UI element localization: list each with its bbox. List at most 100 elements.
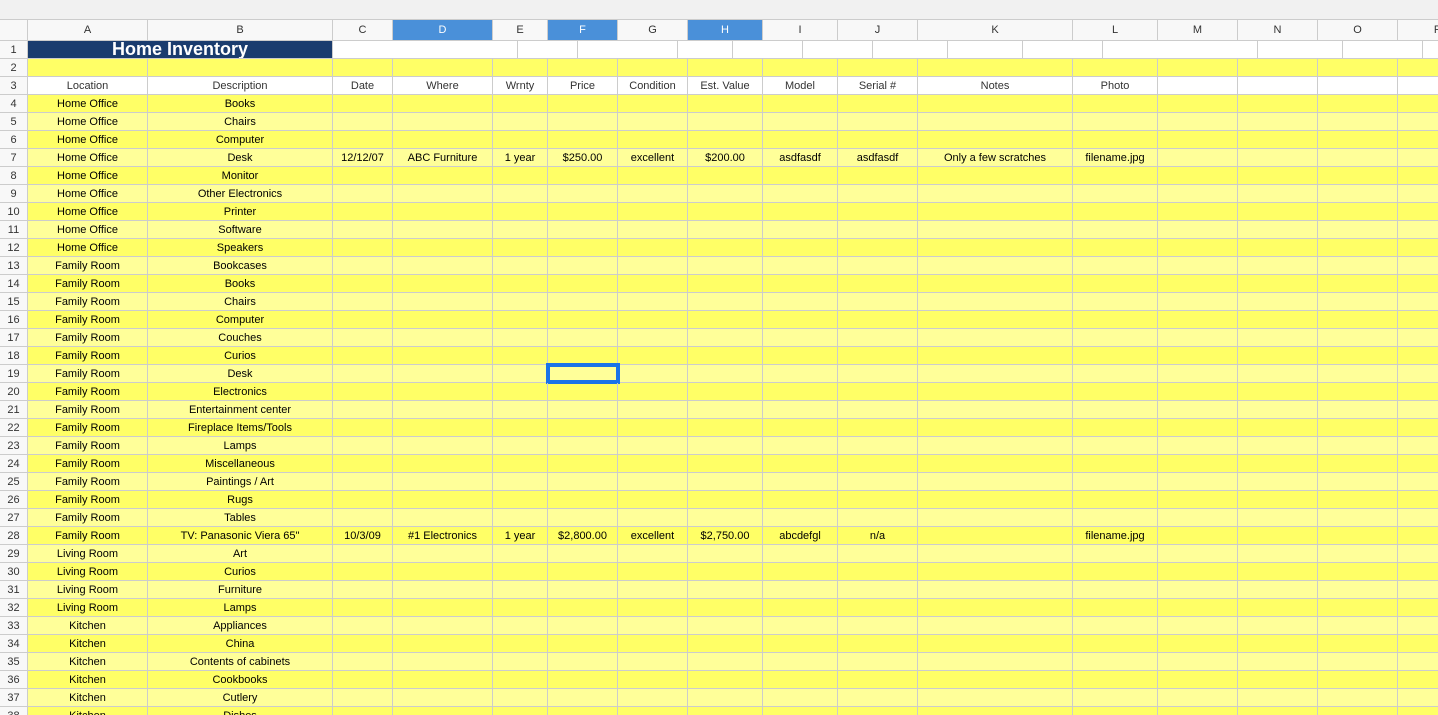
cell[interactable] [1318, 707, 1398, 715]
cell[interactable] [678, 41, 733, 58]
cell[interactable] [548, 599, 618, 616]
cell[interactable] [1238, 383, 1318, 400]
cell[interactable] [838, 617, 918, 634]
cell[interactable] [1073, 635, 1158, 652]
cell[interactable] [918, 473, 1073, 490]
cell[interactable] [548, 311, 618, 328]
cell[interactable] [1398, 347, 1438, 364]
cell[interactable] [1318, 131, 1398, 148]
cell[interactable] [1318, 149, 1398, 166]
cell[interactable] [1158, 527, 1238, 544]
cell[interactable] [918, 329, 1073, 346]
cell[interactable]: Kitchen [28, 617, 148, 634]
table-row[interactable]: 15Family RoomChairs [0, 293, 1438, 311]
cell[interactable] [1158, 275, 1238, 292]
cell[interactable] [333, 41, 518, 58]
cell[interactable] [548, 113, 618, 130]
cell[interactable] [618, 239, 688, 256]
cell[interactable]: Paintings / Art [148, 473, 333, 490]
cell[interactable] [548, 365, 618, 382]
cell[interactable] [688, 113, 763, 130]
cell[interactable] [548, 401, 618, 418]
cell[interactable] [1073, 401, 1158, 418]
cell[interactable] [1398, 239, 1438, 256]
cell[interactable] [618, 383, 688, 400]
cell[interactable] [493, 329, 548, 346]
cell[interactable] [918, 455, 1073, 472]
table-row[interactable]: 23Family RoomLamps [0, 437, 1438, 455]
cell[interactable] [1318, 185, 1398, 202]
cell[interactable]: Living Room [28, 545, 148, 562]
cell[interactable]: ABC Furniture [393, 149, 493, 166]
cell[interactable] [393, 401, 493, 418]
col-header-n[interactable]: N [1238, 20, 1318, 40]
cell[interactable] [1318, 437, 1398, 454]
cell[interactable] [1158, 653, 1238, 670]
cell[interactable] [838, 707, 918, 715]
cell[interactable] [1073, 239, 1158, 256]
cell[interactable] [1158, 239, 1238, 256]
cell[interactable] [1158, 545, 1238, 562]
table-row[interactable]: 11Home OfficeSoftware [0, 221, 1438, 239]
cell[interactable] [688, 689, 763, 706]
cell[interactable] [333, 311, 393, 328]
col-header-f[interactable]: F [548, 20, 618, 40]
col-header-b[interactable]: B [148, 20, 333, 40]
cell[interactable]: Serial # [838, 77, 918, 94]
table-row[interactable]: 30Living RoomCurios [0, 563, 1438, 581]
cell[interactable] [1318, 365, 1398, 382]
cell[interactable] [918, 311, 1073, 328]
cell[interactable] [918, 365, 1073, 382]
col-header-o[interactable]: O [1318, 20, 1398, 40]
cell[interactable] [1398, 59, 1438, 76]
cell[interactable]: Family Room [28, 437, 148, 454]
cell[interactable]: Fireplace Items/Tools [148, 419, 333, 436]
cell[interactable] [688, 293, 763, 310]
cell[interactable] [393, 239, 493, 256]
cell[interactable] [618, 689, 688, 706]
cell[interactable] [688, 509, 763, 526]
cell[interactable] [688, 455, 763, 472]
cell[interactable] [548, 257, 618, 274]
cell[interactable] [918, 563, 1073, 580]
cell[interactable]: Family Room [28, 473, 148, 490]
cell[interactable] [493, 257, 548, 274]
cell[interactable] [918, 239, 1073, 256]
cell[interactable] [548, 383, 618, 400]
cell[interactable] [1318, 653, 1398, 670]
cell[interactable] [1238, 77, 1318, 94]
cell[interactable]: Family Room [28, 311, 148, 328]
cell[interactable] [918, 185, 1073, 202]
cell[interactable] [333, 203, 393, 220]
cell[interactable] [548, 185, 618, 202]
table-row[interactable]: 35KitchenContents of cabinets [0, 653, 1438, 671]
cell[interactable] [618, 311, 688, 328]
cell[interactable] [333, 329, 393, 346]
cell[interactable]: Cutlery [148, 689, 333, 706]
cell[interactable] [918, 275, 1073, 292]
cell[interactable] [918, 59, 1073, 76]
cell[interactable] [1318, 401, 1398, 418]
cell[interactable] [1398, 707, 1438, 715]
cell[interactable] [393, 491, 493, 508]
cell[interactable] [393, 419, 493, 436]
cell[interactable] [548, 635, 618, 652]
cell[interactable]: Family Room [28, 275, 148, 292]
table-row[interactable]: 2 [0, 59, 1438, 77]
cell[interactable] [548, 347, 618, 364]
cell[interactable]: Kitchen [28, 635, 148, 652]
cell[interactable] [493, 131, 548, 148]
cell[interactable] [838, 473, 918, 490]
cell[interactable] [618, 347, 688, 364]
cell[interactable] [493, 383, 548, 400]
cell[interactable] [1158, 113, 1238, 130]
cell[interactable] [688, 671, 763, 688]
cell[interactable] [1318, 545, 1398, 562]
cell[interactable] [688, 473, 763, 490]
cell[interactable] [688, 329, 763, 346]
cell[interactable]: Wrnty [493, 77, 548, 94]
cell[interactable] [493, 599, 548, 616]
cell[interactable] [393, 131, 493, 148]
cell[interactable] [838, 257, 918, 274]
cell[interactable] [1158, 347, 1238, 364]
